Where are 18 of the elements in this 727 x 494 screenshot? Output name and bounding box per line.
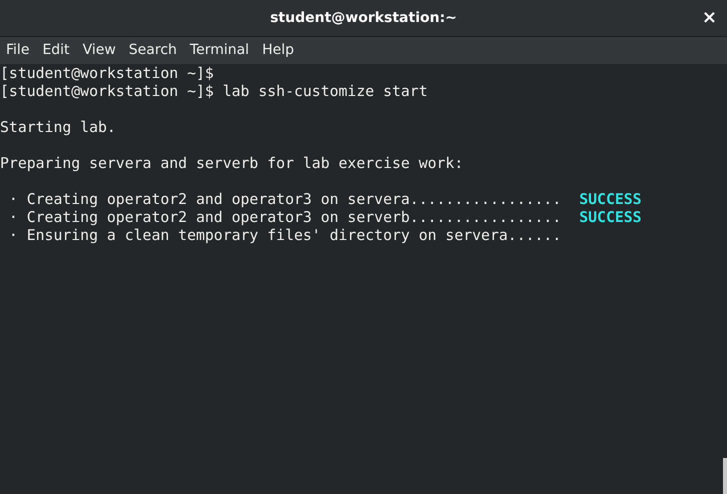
- status-label: SUCCESS: [579, 191, 642, 209]
- menu-item[interactable]: File: [6, 40, 30, 61]
- menu-item[interactable]: Terminal: [190, 40, 250, 61]
- terminal-line: · Creating operator2 and operator3 on servera.................: [8, 191, 562, 209]
- menu-item[interactable]: Help: [262, 40, 294, 61]
- close-button[interactable]: ×: [702, 8, 717, 28]
- terminal-line: [student@workstation ~]$ lab ssh-customize start: [0, 83, 428, 101]
- terminal-line: Preparing servera and serverb for lab exercise work:: [0, 155, 464, 173]
- status-label: SUCCESS: [579, 209, 642, 227]
- scrollbar-thumb[interactable]: [723, 458, 727, 494]
- window-title: student@workstation:~: [270, 8, 457, 28]
- menu-item[interactable]: View: [82, 40, 116, 61]
- terminal-line: [student@workstation ~]$: [0, 65, 214, 83]
- menu-item[interactable]: Edit: [42, 40, 70, 61]
- terminal-line: · Ensuring a clean temporary files' directory on servera......: [8, 227, 562, 245]
- terminal-line: · Creating operator2 and operator3 on serverb.................: [8, 209, 562, 227]
- terminal-line: Starting lab.: [0, 119, 116, 137]
- menu-item[interactable]: Search: [128, 40, 177, 61]
